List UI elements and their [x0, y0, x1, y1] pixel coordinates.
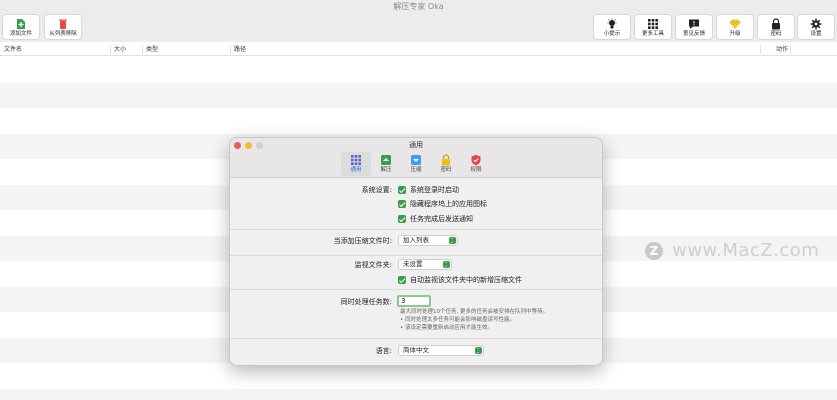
- auto-watch-checkbox[interactable]: [398, 276, 406, 284]
- add-file-icon: [17, 19, 25, 29]
- add-archive-label: 当添加压缩文件时:: [333, 237, 392, 245]
- tab-general-label: 通用: [350, 167, 362, 173]
- settings-button[interactable]: 设置: [797, 14, 835, 40]
- column-divider: [760, 45, 761, 54]
- tab-extract[interactable]: 解压: [371, 152, 401, 176]
- tips-button[interactable]: 小提示: [593, 14, 631, 40]
- trash-icon: [59, 19, 67, 29]
- concurrent-tasks-label: 同时处理任务数:: [340, 298, 392, 306]
- more-tools-label: 更多工具: [641, 31, 664, 37]
- section-divider: [230, 289, 602, 290]
- grid-icon: [351, 155, 361, 165]
- feedback-icon: [689, 19, 699, 29]
- lock-icon: [772, 18, 780, 30]
- chevron-updown-icon: [449, 237, 456, 244]
- hide-dock-icon-label: 隐藏程序坞上的应用图标: [410, 200, 487, 208]
- remove-from-list-label: 从列表移除: [49, 31, 77, 37]
- add-file-button[interactable]: 添加文件: [2, 14, 40, 40]
- add-archive-select[interactable]: 加入列表: [398, 235, 458, 246]
- section-divider: [230, 255, 602, 256]
- column-divider: [790, 45, 791, 54]
- list-row: [0, 108, 837, 134]
- preferences-dialog: 通用 通用 解压 压缩 密码 权限 系统设置: 系统登录时启动 隐藏程序坞上的应…: [229, 137, 603, 366]
- concurrent-tasks-hint: 最大同时处理10个任务, 更多的任务会被安排在队列中等待。: [400, 309, 548, 315]
- shield-icon: [471, 154, 481, 166]
- dialog-title: 通用: [409, 141, 423, 149]
- launch-at-login-checkbox[interactable]: [398, 186, 406, 194]
- column-header-type[interactable]: 类型: [146, 43, 158, 56]
- auto-watch-label: 自动监视该文件夹中的新增压缩文件: [410, 276, 522, 284]
- section-divider: [230, 229, 602, 230]
- section-divider: [230, 338, 602, 339]
- column-divider: [142, 45, 143, 54]
- column-header-path[interactable]: 路径: [234, 43, 246, 56]
- concurrent-tasks-input[interactable]: 3: [397, 295, 431, 307]
- tab-permissions-label: 权限: [470, 167, 482, 173]
- tab-compress-label: 压缩: [410, 167, 422, 173]
- tab-permissions[interactable]: 权限: [461, 152, 491, 176]
- feedback-button[interactable]: 意见反馈: [675, 14, 713, 40]
- more-tools-button[interactable]: 更多工具: [634, 14, 672, 40]
- tab-password-label: 密码: [440, 167, 452, 173]
- grid-icon: [648, 19, 658, 29]
- chevron-updown-icon: [475, 347, 482, 354]
- password-label: 密码: [770, 31, 782, 37]
- settings-label: 设置: [810, 31, 822, 37]
- tab-general[interactable]: 通用: [341, 152, 371, 176]
- list-row: [0, 363, 837, 389]
- hide-dock-icon-checkbox[interactable]: [398, 200, 406, 208]
- lightbulb-icon: [607, 18, 617, 29]
- feedback-label: 意见反馈: [682, 31, 705, 37]
- list-row: [0, 57, 837, 83]
- column-header-size[interactable]: 大小: [114, 43, 126, 56]
- concurrent-tasks-hint: • 同时处理太多任务可能会影响磁盘读写性能。: [400, 317, 515, 323]
- column-divider: [230, 45, 231, 54]
- tab-password[interactable]: 密码: [431, 152, 461, 176]
- extract-icon: [381, 155, 391, 165]
- tab-compress[interactable]: 压缩: [401, 152, 431, 176]
- dialog-header: 通用 通用 解压 压缩 密码 权限: [230, 138, 602, 178]
- language-select[interactable]: 简体中文: [398, 345, 484, 356]
- watch-folder-label: 监视文件夹:: [354, 261, 392, 269]
- system-settings-label: 系统设置:: [361, 186, 392, 194]
- upgrade-button[interactable]: 升级: [716, 14, 754, 40]
- watermark: Z www.MacZ.com: [645, 240, 819, 262]
- language-value: 简体中文: [403, 346, 429, 354]
- tips-label: 小提示: [603, 31, 621, 37]
- notify-on-complete-label: 任务完成后发送通知: [410, 215, 473, 223]
- window-title: 解压专家 Oka: [0, 0, 837, 14]
- add-file-label: 添加文件: [9, 31, 32, 37]
- column-header-action[interactable]: 动作: [776, 43, 788, 56]
- lock-icon: [442, 154, 450, 166]
- watermark-text: www.MacZ.com: [672, 240, 820, 261]
- language-label: 语言:: [375, 347, 392, 355]
- gear-icon: [810, 18, 822, 30]
- concurrent-tasks-hint: • 该设定需要重新启动应用才能生效。: [400, 325, 493, 331]
- toolbar: 添加文件 从列表移除 小提示 更多工具 意见反馈 升级 密码 设置: [0, 14, 837, 42]
- password-button[interactable]: 密码: [757, 14, 795, 40]
- compress-icon: [411, 155, 421, 165]
- watch-folder-value: 未设置: [403, 260, 423, 268]
- add-archive-value: 加入列表: [403, 236, 429, 244]
- notify-on-complete-checkbox[interactable]: [398, 215, 406, 223]
- column-header-filename[interactable]: 文件名: [4, 43, 22, 56]
- list-row: [0, 388, 837, 400]
- app-window: 解压专家 Oka 添加文件 从列表移除 小提示 更多工具 意见反馈 升级 密码 …: [0, 0, 837, 400]
- list-row: [0, 82, 837, 108]
- upgrade-label: 升级: [729, 31, 741, 37]
- launch-at-login-label: 系统登录时启动: [410, 186, 459, 194]
- table-header: 文件名 大小 类型 路径 动作: [0, 43, 837, 56]
- diamond-icon: [729, 19, 741, 29]
- column-divider: [110, 45, 111, 54]
- remove-from-list-button[interactable]: 从列表移除: [44, 14, 82, 40]
- chevron-updown-icon: [443, 261, 450, 268]
- watermark-logo: Z: [645, 241, 663, 260]
- watch-folder-select[interactable]: 未设置: [398, 259, 452, 270]
- tab-extract-label: 解压: [380, 167, 392, 173]
